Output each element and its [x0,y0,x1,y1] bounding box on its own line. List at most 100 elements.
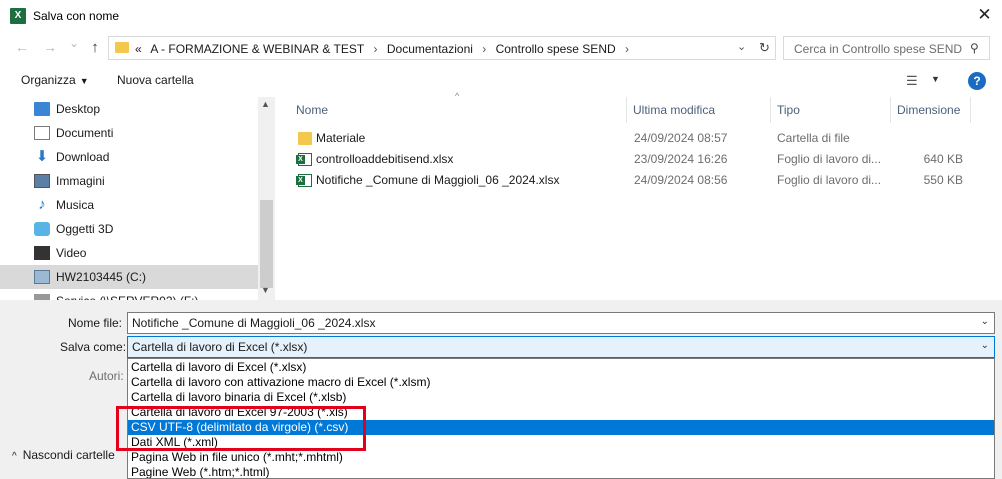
sidebar-item-label: Oggetti 3D [56,222,114,236]
column-divider[interactable] [770,97,771,123]
savetype-option-xlsx[interactable]: Cartella di lavoro di Excel (*.xlsx) [128,360,994,375]
window-title: Salva con nome [33,9,120,23]
file-type: Cartella di file [777,131,850,145]
search-icon[interactable]: ⚲ [970,41,979,55]
file-modified: 24/09/2024 08:57 [634,131,728,145]
sidebar-item-drive-c[interactable]: HW2103445 (C:) [0,265,258,289]
file-list: ^ Nome Ultima modifica Tipo Dimensione M… [276,91,1002,300]
savetype-option-mhtml[interactable]: Pagina Web in file unico (*.mht;*.mhtml) [128,450,994,465]
chevron-right-icon[interactable]: › [625,42,629,56]
navigation-scrollbar[interactable]: ▲ ▼ [258,97,275,300]
file-size: 550 KB [923,173,963,187]
navigation-bar: ← → ⌄ ↑ « A - FORMAZIONE & WEBINAR & TES… [0,31,1002,65]
search-placeholder: Cerca in Controllo spese SEND [794,42,963,56]
savetype-label: Salva come: [60,340,127,354]
file-row[interactable]: Materiale 24/09/2024 08:57 Cartella di f… [294,128,984,149]
file-modified: 24/09/2024 08:56 [634,173,728,187]
sidebar-item-label: Immagini [56,174,105,188]
sidebar-item-musica[interactable]: ♪ Musica [34,193,258,217]
breadcrumb-item-formazione[interactable]: A - FORMAZIONE & WEBINAR & TEST [150,42,364,56]
excel-file-icon [296,174,312,187]
savetype-option-html[interactable]: Pagine Web (*.htm;*.html) [128,465,994,478]
scroll-up-icon[interactable]: ▲ [261,99,270,109]
hide-folders-button[interactable]: ^ Nascondi cartelle [12,448,115,462]
sidebar-item-immagini[interactable]: Immagini [34,169,258,193]
save-form-panel: Nome file: Notifiche _Comune di Maggioli… [0,300,1002,479]
scroll-down-icon[interactable]: ▼ [261,285,270,295]
documents-icon [34,126,50,140]
chevron-down-icon: ▼ [79,76,89,86]
up-arrow-icon[interactable]: ↑ [86,39,104,56]
chevron-down-icon[interactable]: ▼ [931,74,940,84]
chevron-up-icon: ^ [12,451,17,462]
savetype-value: Cartella di lavoro di Excel (*.xlsx) [132,340,308,354]
music-icon: ♪ [38,196,46,213]
recent-locations-icon[interactable]: ⌄ [65,36,83,50]
file-row[interactable]: controlloaddebitisend.xlsx 23/09/2024 16… [294,149,984,170]
desktop-icon [34,102,50,116]
sidebar-item-video[interactable]: Video [34,241,258,265]
savetype-option-xlsm[interactable]: Cartella di lavoro con attivazione macro… [128,375,994,390]
close-button[interactable]: ✕ [967,0,1002,31]
new-folder-button[interactable]: Nuova cartella [117,73,194,87]
organize-button[interactable]: Organizza ▼ [21,73,89,87]
annotation-highlight-box [116,406,366,451]
breadcrumb-overflow[interactable]: « [135,42,142,56]
column-divider[interactable] [890,97,891,123]
hide-folders-label: Nascondi cartelle [22,448,115,462]
sidebar-item-download[interactable]: ⬇ Download [34,145,258,169]
scrollbar-thumb[interactable] [260,200,273,288]
pictures-icon [34,174,50,188]
column-divider[interactable] [970,97,971,123]
forward-arrow-icon[interactable]: → [41,39,59,55]
file-name: controlloaddebitisend.xlsx [316,152,454,166]
chevron-down-icon[interactable]: ⌄ [981,340,989,351]
sidebar-item-label: Musica [56,198,95,212]
filename-field[interactable]: Notifiche _Comune di Maggioli_06 _2024.x… [127,312,995,334]
chevron-right-icon[interactable]: › [482,42,486,56]
savetype-select[interactable]: Cartella di lavoro di Excel (*.xlsx) ⌄ [127,336,995,358]
folder-icon [298,132,312,145]
savetype-option-xlsb[interactable]: Cartella di lavoro binaria di Excel (*.x… [128,390,994,405]
sidebar-item-documenti[interactable]: Documenti [34,121,258,145]
column-header-name[interactable]: Nome [296,103,328,117]
breadcrumb-item-controllo-spese[interactable]: Controllo spese SEND [496,42,616,56]
file-row[interactable]: Notifiche _Comune di Maggioli_06 _2024.x… [294,170,984,191]
view-options-icon[interactable]: ☰ [906,73,918,89]
sidebar-item-network-drive-f[interactable]: Service (\\SERVER02) (F:) [34,289,258,300]
chevron-down-icon[interactable]: ⌄ [981,316,989,327]
address-bar[interactable]: « A - FORMAZIONE & WEBINAR & TEST › Docu… [108,36,776,60]
navigation-pane: Desktop Documenti ⬇ Download Immagini ♪ … [0,97,275,300]
file-type: Foglio di lavoro di... [777,152,882,166]
address-dropdown-icon[interactable]: ⌄ [737,40,746,53]
sidebar-item-label: Desktop [56,102,101,116]
column-header-size[interactable]: Dimensione [897,103,960,117]
breadcrumb-item-documentazioni[interactable]: Documentazioni [387,42,473,56]
sidebar-item-label: HW2103445 (C:) [56,270,147,284]
sidebar-item-label: Service (\\SERVER02) (F:) [56,289,198,300]
title-bar: X Salva con nome ✕ [0,0,1002,31]
back-arrow-icon[interactable]: ← [13,39,31,55]
file-type: Foglio di lavoro di... [777,173,882,187]
chevron-right-icon[interactable]: › [374,42,378,56]
authors-label: Autori: [89,369,124,383]
file-name: Materiale [316,131,366,145]
sidebar-item-oggetti-3d[interactable]: Oggetti 3D [34,217,258,241]
sidebar-item-label: Download [56,150,110,164]
breadcrumb: « A - FORMAZIONE & WEBINAR & TEST › Docu… [135,42,635,56]
filename-label: Nome file: [68,316,123,330]
excel-app-icon: X [10,8,26,24]
excel-file-icon [296,153,312,166]
sidebar-item-desktop[interactable]: Desktop [34,97,258,121]
column-header-modified[interactable]: Ultima modifica [633,103,715,117]
file-modified: 23/09/2024 16:26 [634,152,728,166]
file-name: Notifiche _Comune di Maggioli_06 _2024.x… [316,173,560,187]
column-divider[interactable] [626,97,627,123]
refresh-icon[interactable]: ↻ [759,40,770,56]
organize-label: Organizza [21,73,76,87]
column-header-type[interactable]: Tipo [777,103,800,117]
search-input[interactable]: Cerca in Controllo spese SEND ⚲ [783,36,990,60]
sidebar-item-label: Video [56,246,87,260]
help-icon[interactable]: ? [968,72,986,90]
command-toolbar: Organizza ▼ Nuova cartella ☰ ▼ [0,65,1002,97]
